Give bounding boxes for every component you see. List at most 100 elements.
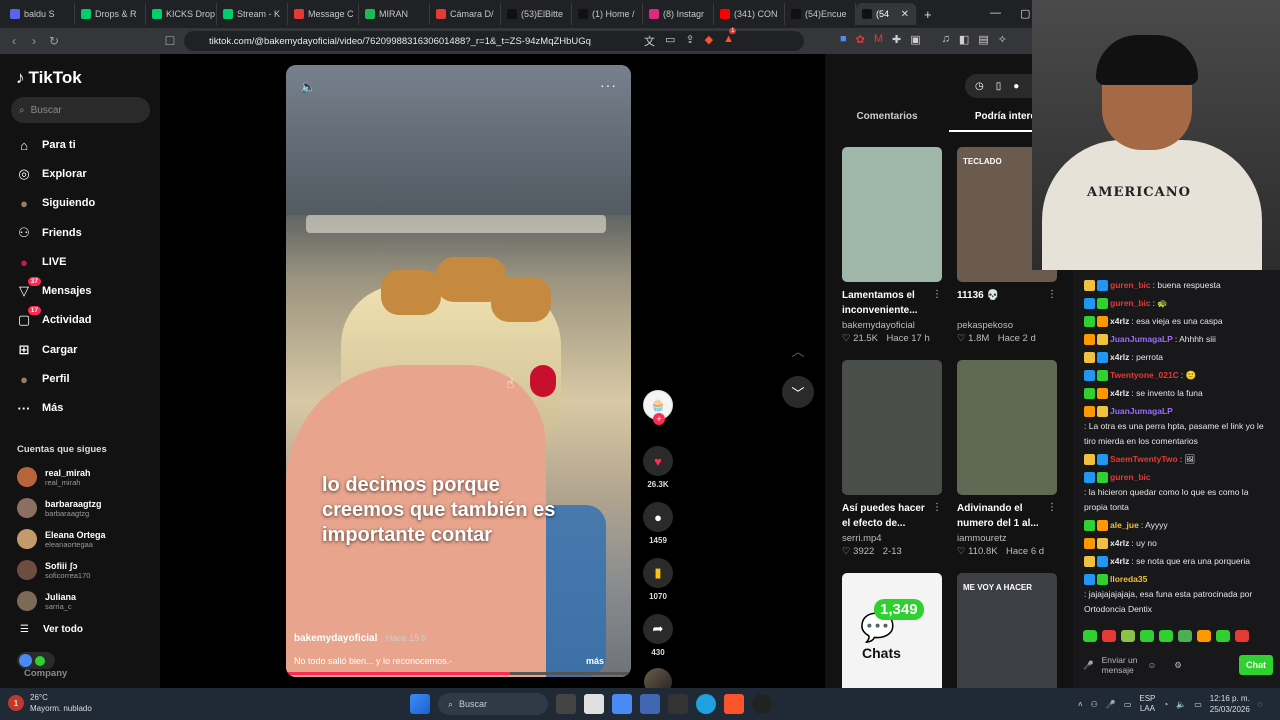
following-item[interactable]: Juliana sarria_c — [17, 591, 76, 611]
extension-icon[interactable]: ▣ — [910, 33, 920, 46]
following-item[interactable]: real_mirah real_mirah — [17, 467, 91, 487]
emote-icon[interactable] — [1178, 630, 1192, 642]
chat-username[interactable]: Twentyone_021C — [1110, 368, 1179, 383]
previous-video-button[interactable]: ︿ — [782, 334, 814, 366]
reload-icon[interactable]: ↻ — [44, 34, 64, 48]
browser-tab[interactable]: KICKS Drop — [146, 3, 217, 25]
share-icon[interactable]: ⇪ — [685, 33, 694, 49]
bookmark-icon[interactable]: ☐ — [160, 34, 180, 48]
like-button[interactable]: ♥ 26.3K — [642, 446, 674, 489]
notifications-icon[interactable]: ◌ — [1258, 700, 1263, 709]
translate-icon[interactable]: 文 — [644, 33, 655, 49]
card-menu-icon[interactable]: ⋮ — [1047, 502, 1057, 513]
app-icon[interactable] — [584, 694, 604, 714]
emote-icon[interactable] — [1235, 630, 1249, 642]
following-item[interactable]: Sofiii ʃɔ soficorrea170 — [17, 560, 90, 580]
chat-username[interactable]: ale_jue — [1110, 518, 1139, 533]
video-progress-bar[interactable] — [286, 672, 631, 675]
browser-tab[interactable]: (341) CON — [714, 3, 785, 25]
puzzle-icon[interactable]: ✚ — [892, 33, 901, 46]
emote-icon[interactable] — [1083, 630, 1097, 642]
recommended-video-card[interactable]: ⋮ Lamentamos el inconveniente... bakemyday… — [842, 147, 942, 344]
maximize-icon[interactable]: ▢ — [1020, 7, 1030, 20]
nav-item-friends[interactable]: ⚇ Friends — [16, 225, 82, 241]
chat-username[interactable]: x4rlz — [1110, 554, 1129, 569]
tray-icon[interactable]: ⚇ — [1091, 700, 1098, 709]
timer-icon[interactable]: ◷ — [975, 81, 984, 92]
nav-item-compass[interactable]: ◎ Explorar — [16, 166, 86, 182]
follow-plus-icon[interactable]: + — [653, 413, 665, 425]
tiktok-logo[interactable]: ♪ TikTok — [16, 68, 82, 88]
search-input[interactable]: ⌕ Buscar — [11, 97, 150, 123]
nav-item-home[interactable]: ⌂ Para ti — [16, 137, 76, 153]
brave-rewards-icon[interactable]: ▲ 1 — [723, 28, 737, 49]
browser-tab[interactable]: Message C — [288, 3, 359, 25]
chat-username[interactable]: guren_bic — [1110, 470, 1151, 485]
emote-icon[interactable] — [1140, 630, 1154, 642]
recommended-video-card[interactable]: 💬 1,349 Chats — [842, 573, 942, 688]
minimize-icon[interactable]: — — [990, 7, 1001, 19]
comment-button[interactable]: ● 1459 — [642, 502, 674, 545]
obs-icon[interactable] — [752, 694, 772, 714]
card-menu-icon[interactable]: ⋮ — [932, 502, 942, 513]
browser-tab[interactable]: baldu S — [4, 3, 75, 25]
chat-username[interactable]: x4rlz — [1110, 350, 1129, 365]
video-thumbnail[interactable] — [842, 147, 942, 282]
emote-icon[interactable]: ☺ — [1148, 660, 1157, 670]
following-item[interactable]: barbaraagtzg barbaraagtzg — [17, 498, 102, 518]
chat-username[interactable]: x4rlz — [1110, 386, 1129, 401]
volume-icon[interactable]: 🔈 — [300, 79, 316, 95]
back-icon[interactable]: ‹ — [4, 34, 24, 48]
settings-icon[interactable]: ⚙ — [1174, 660, 1182, 671]
video-thumbnail[interactable]: ME VOY A HACER — [957, 573, 1057, 688]
following-item[interactable]: Eleana Ortega eleanaortegaa — [17, 529, 106, 549]
music-icon[interactable]: ♫ — [942, 33, 950, 46]
mic-icon[interactable]: 🎤 — [1083, 660, 1094, 671]
tray-icon[interactable]: ▭ — [1124, 700, 1132, 709]
tab-comments[interactable]: Comentarios — [825, 108, 949, 132]
new-tab-button[interactable]: + — [924, 7, 932, 22]
extension-icon[interactable]: M — [874, 33, 883, 46]
nav-item-activity[interactable]: ▢ 17 Actividad — [16, 306, 92, 328]
nav-item-upload[interactable]: ⊞ Cargar — [16, 342, 78, 358]
browser-tab[interactable]: Drops & R — [75, 3, 146, 25]
edge-icon[interactable] — [696, 694, 716, 714]
battery-icon[interactable]: ▭ — [1194, 700, 1202, 709]
tray-icon[interactable]: 🎤 — [1106, 700, 1116, 709]
wifi-icon[interactable]: ◔ — [1163, 700, 1168, 709]
emote-icon[interactable] — [1121, 630, 1135, 642]
video-thumbnail[interactable]: 💬 1,349 Chats — [842, 573, 942, 688]
tray-chevron-icon[interactable]: ˄ — [1078, 700, 1083, 709]
app-icon[interactable] — [640, 694, 660, 714]
emote-icon[interactable] — [1102, 630, 1116, 642]
wallet-icon[interactable]: ▤ — [978, 33, 988, 46]
emote-icon[interactable] — [1159, 630, 1173, 642]
video-thumbnail[interactable] — [957, 360, 1057, 495]
avatar-icon[interactable]: ● — [1013, 81, 1019, 92]
browser-tab[interactable]: Cámara D/ — [430, 3, 501, 25]
chat-username[interactable]: guren_bic — [1110, 278, 1151, 293]
browser-tab[interactable]: (53)ElBitte — [501, 3, 572, 25]
theme-toggle[interactable] — [17, 652, 55, 669]
chat-username[interactable]: x4rlz — [1110, 536, 1129, 551]
recommended-video-card[interactable]: ME VOY A HACER — [957, 573, 1057, 688]
company-link[interactable]: Company — [24, 668, 67, 679]
task-view-icon[interactable] — [556, 694, 576, 714]
browser-tab[interactable]: (1) Home / — [572, 3, 643, 25]
emote-icon[interactable] — [1216, 630, 1230, 642]
cast-icon[interactable]: ▭ — [665, 33, 675, 49]
chat-username[interactable]: JuanJumagaLP — [1110, 332, 1173, 347]
volume-icon[interactable]: 🔈 — [1176, 700, 1186, 709]
chat-username[interactable]: guren_bic — [1110, 296, 1151, 311]
taskbar-search[interactable]: ⌕ Buscar — [438, 693, 548, 715]
close-tab-icon[interactable]: ✕ — [901, 9, 909, 20]
share-button[interactable]: ➦ 430 — [642, 614, 674, 657]
video-author[interactable]: bakemydayoficial · Hace 15 h — [294, 633, 427, 644]
chat-username[interactable]: SaemTwentyTwo — [1110, 452, 1178, 467]
recommended-video-card[interactable]: ⋮ Adivinando el numero del 1 al... iammour… — [957, 360, 1057, 557]
chat-input[interactable]: 🎤 Enviar un mensaje ☺ ⚙ Chat — [1083, 652, 1273, 678]
nav-item-live[interactable]: ● LIVE — [16, 254, 66, 270]
brave-icon[interactable] — [724, 694, 744, 714]
card-menu-icon[interactable]: ⋮ — [932, 289, 942, 300]
creator-avatar[interactable]: 🧁 + — [643, 390, 673, 425]
